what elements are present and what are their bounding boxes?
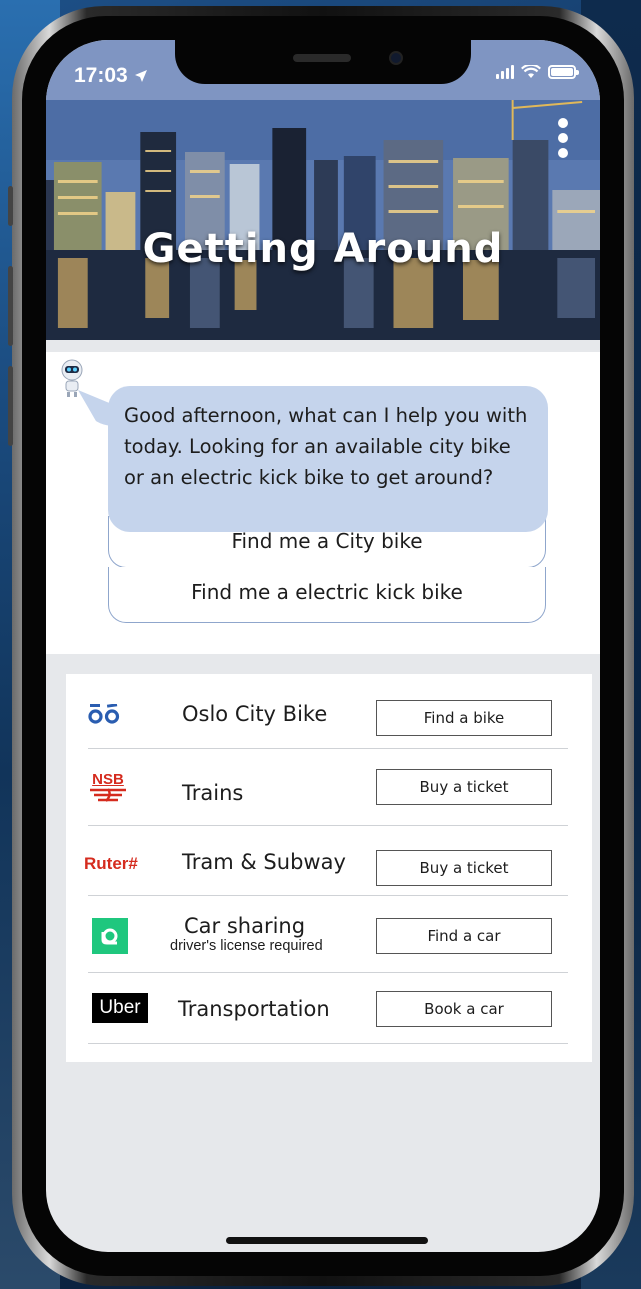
hero-banner: Getting Around xyxy=(46,100,600,340)
city-skyline-image xyxy=(46,100,600,340)
service-sublabel: driver's license required xyxy=(170,938,323,954)
time-text: 17:03 xyxy=(74,64,128,87)
page-title: Getting Around xyxy=(142,226,504,272)
find-kick-bike-button[interactable]: Find me a electric kick bike xyxy=(108,567,546,623)
location-arrow-icon xyxy=(134,70,147,83)
book-a-car-button[interactable]: Book a car xyxy=(376,991,552,1027)
find-a-car-button[interactable]: Find a car xyxy=(376,918,552,954)
bezel: 17:03 Getting Around Good afternoon, wha… xyxy=(22,16,624,1276)
buy-tram-ticket-button[interactable]: Buy a ticket xyxy=(376,850,552,886)
list-item-transportation: Uber Transportation Book a car xyxy=(88,973,568,1044)
nsb-logo-icon: NSB xyxy=(88,767,128,807)
mute-switch xyxy=(8,186,13,226)
volume-up-button xyxy=(8,266,13,346)
speaker xyxy=(293,54,351,62)
oslo-city-bike-logo-icon xyxy=(88,704,120,724)
cellular-signal-icon xyxy=(496,65,514,79)
ruter-logo-icon: Ruter# xyxy=(84,854,138,873)
list-item-car-sharing: Car sharing driver's license required Fi… xyxy=(88,896,568,973)
chat-panel: Good afternoon, what can I help you with… xyxy=(46,352,600,654)
service-label: Car sharing xyxy=(184,914,306,938)
home-indicator[interactable] xyxy=(226,1237,428,1244)
service-label: Tram & Subway xyxy=(182,850,346,874)
service-label: Trains xyxy=(182,781,244,805)
status-time: 17:03 xyxy=(74,64,148,88)
notch xyxy=(175,40,471,84)
wifi-icon xyxy=(521,65,541,78)
front-camera xyxy=(389,51,403,65)
find-a-bike-button[interactable]: Find a bike xyxy=(376,700,552,736)
list-item-tram-subway: Ruter# Tram & Subway Buy a ticket xyxy=(84,826,568,896)
more-options-icon[interactable] xyxy=(558,118,572,158)
volume-down-button xyxy=(8,366,13,446)
status-icons xyxy=(496,65,579,79)
service-label: Transportation xyxy=(178,997,330,1021)
uber-logo-icon: Uber xyxy=(92,993,148,1023)
nsb-logo-text: NSB xyxy=(92,770,124,788)
buy-train-ticket-button[interactable]: Buy a ticket xyxy=(376,769,552,805)
bot-message-bubble: Good afternoon, what can I help you with… xyxy=(108,386,548,532)
list-item-city-bike: Oslo City Bike Find a bike xyxy=(88,674,568,749)
screen: 17:03 Getting Around Good afternoon, wha… xyxy=(46,40,600,1252)
services-list: Oslo City Bike Find a bike NSB Trains Bu… xyxy=(66,674,592,1062)
car-sharing-logo-icon xyxy=(92,918,128,954)
battery-icon xyxy=(548,65,579,79)
phone-frame: 17:03 Getting Around Good afternoon, wha… xyxy=(8,6,634,1286)
service-label: Oslo City Bike xyxy=(182,702,328,726)
list-item-trains: NSB Trains Buy a ticket xyxy=(88,749,568,826)
